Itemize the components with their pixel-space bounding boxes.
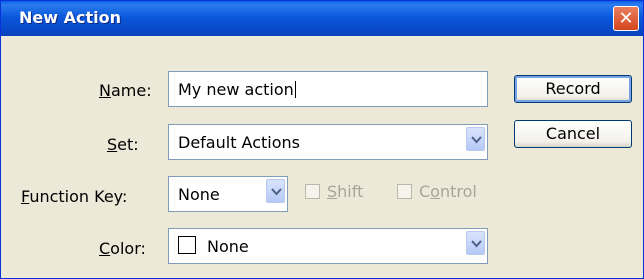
color-select-value: None — [207, 237, 249, 256]
shift-label: Shift — [327, 182, 364, 201]
set-select[interactable]: Default Actions — [168, 124, 488, 160]
dialog-title: New Action — [19, 8, 121, 27]
close-icon: ✕ — [618, 8, 634, 29]
chevron-down-icon — [471, 136, 482, 144]
color-select[interactable]: None — [168, 228, 488, 264]
function-key-dropdown-button[interactable] — [266, 179, 285, 203]
name-label: Name: — [99, 81, 152, 100]
name-input-value: My new action — [178, 80, 294, 99]
function-key-select[interactable]: None — [168, 176, 288, 212]
control-checkbox[interactable] — [397, 184, 412, 199]
set-select-value: Default Actions — [178, 133, 300, 152]
color-label: Color: — [99, 239, 146, 258]
new-action-dialog: New Action ✕ Name: My new action Set: De… — [0, 0, 644, 279]
chevron-down-icon — [471, 240, 482, 248]
set-dropdown-button[interactable] — [466, 127, 485, 151]
record-button[interactable]: Record — [514, 75, 632, 103]
cancel-button-label: Cancel — [545, 124, 601, 143]
color-dropdown-button[interactable] — [466, 231, 485, 255]
chevron-down-icon — [271, 188, 282, 196]
function-key-value: None — [178, 185, 220, 204]
close-button[interactable]: ✕ — [613, 6, 639, 31]
text-caret — [294, 81, 296, 98]
name-input[interactable]: My new action — [168, 71, 488, 107]
color-swatch — [178, 236, 196, 254]
cancel-button[interactable]: Cancel — [514, 120, 632, 148]
record-button-label: Record — [545, 79, 601, 98]
title-bar[interactable]: New Action ✕ — [1, 1, 643, 36]
function-key-label: Function Key: — [21, 187, 128, 206]
control-label: Control — [419, 182, 477, 201]
shift-checkbox[interactable] — [305, 184, 320, 199]
set-label: Set: — [107, 135, 139, 154]
